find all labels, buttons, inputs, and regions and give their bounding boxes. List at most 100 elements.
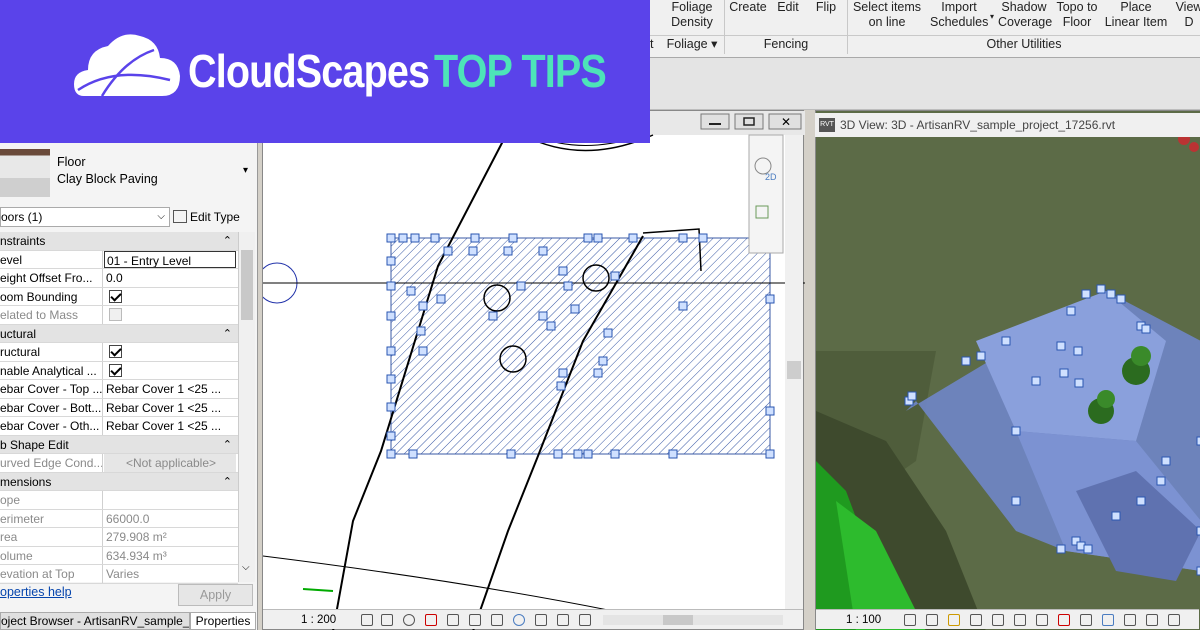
apply-button[interactable]: Apply bbox=[178, 584, 253, 606]
grip-handle[interactable] bbox=[418, 301, 428, 311]
grip-handle[interactable] bbox=[603, 328, 613, 338]
grip-handle[interactable] bbox=[558, 266, 568, 276]
property-row[interactable]: olume 634.934 m³ bbox=[0, 546, 238, 565]
grip-handle[interactable] bbox=[563, 281, 573, 291]
collapse-icon[interactable]: ⌃ bbox=[223, 325, 232, 343]
grip-handle[interactable] bbox=[668, 449, 678, 459]
sun-path-icon[interactable] bbox=[403, 614, 415, 626]
worksharing-icon[interactable] bbox=[1168, 614, 1180, 626]
detail-level-icon[interactable] bbox=[361, 614, 373, 626]
grip-handle[interactable] bbox=[386, 374, 396, 384]
grip-handle[interactable] bbox=[538, 311, 548, 321]
temporary-hide-icon[interactable] bbox=[491, 614, 503, 626]
plan-scrollbar[interactable] bbox=[785, 135, 803, 611]
grip-handle[interactable] bbox=[765, 449, 775, 459]
grip-handle[interactable] bbox=[583, 449, 593, 459]
show-crop-icon[interactable] bbox=[469, 614, 481, 626]
unlocked-view-icon[interactable] bbox=[1058, 614, 1070, 626]
scroll-down-icon[interactable]: ⌵ bbox=[242, 562, 250, 573]
grip-handle[interactable] bbox=[698, 233, 708, 243]
grip-handle[interactable] bbox=[546, 321, 556, 331]
grip-handle[interactable] bbox=[386, 431, 396, 441]
plan-scale[interactable]: 1 : 200 bbox=[301, 610, 336, 630]
property-value[interactable]: 01 - Entry Level bbox=[104, 250, 236, 268]
grip-handle[interactable] bbox=[1066, 306, 1076, 316]
highlight-displacement-icon[interactable] bbox=[557, 614, 569, 626]
grip-handle[interactable] bbox=[1141, 324, 1151, 334]
shadow-coverage-button[interactable]: Shadow Coverage bbox=[998, 0, 1052, 30]
property-checkbox[interactable] bbox=[109, 289, 122, 303]
property-value[interactable]: Rebar Cover 1 <25 ... bbox=[104, 417, 236, 435]
crop-view-icon[interactable] bbox=[1014, 614, 1026, 626]
view-button[interactable]: View D bbox=[1172, 0, 1200, 30]
grip-handle[interactable] bbox=[418, 346, 428, 356]
grip-handle[interactable] bbox=[508, 233, 518, 243]
grip-handle[interactable] bbox=[678, 301, 688, 311]
grip-handle[interactable] bbox=[976, 351, 986, 361]
collapse-icon[interactable]: ⌃ bbox=[223, 232, 232, 250]
property-row[interactable]: evel 01 - Entry Level bbox=[0, 250, 238, 269]
grip-handle[interactable] bbox=[610, 271, 620, 281]
grip-handle[interactable] bbox=[398, 233, 408, 243]
grip-handle[interactable] bbox=[1116, 294, 1126, 304]
place-linear-item-button[interactable]: Place Linear Item bbox=[1104, 0, 1168, 30]
grip-handle[interactable] bbox=[1073, 346, 1083, 356]
grip-handle[interactable] bbox=[1011, 426, 1021, 436]
collapse-icon[interactable]: ⌃ bbox=[223, 436, 232, 454]
property-row[interactable]: eight Offset Fro... 0.0 bbox=[0, 269, 238, 288]
fencing-edit-button[interactable]: Edit bbox=[775, 0, 801, 15]
grip-handle[interactable] bbox=[1136, 496, 1146, 506]
tab-project-browser[interactable]: oject Browser - ArtisanRV_sample_... bbox=[0, 612, 190, 630]
property-group-header[interactable]: mensions ⌃ bbox=[0, 472, 238, 491]
property-group-header[interactable]: uctural ⌃ bbox=[0, 324, 238, 343]
grip-handle[interactable] bbox=[556, 381, 566, 391]
collapse-icon[interactable]: ⌃ bbox=[223, 473, 232, 491]
shadows-icon[interactable] bbox=[425, 614, 437, 626]
foliage-density-button[interactable]: Foliage Density bbox=[666, 0, 718, 30]
analytical-model-icon[interactable] bbox=[535, 614, 547, 626]
grip-handle[interactable] bbox=[1031, 376, 1041, 386]
property-row[interactable]: ructural bbox=[0, 343, 238, 362]
grip-handle[interactable] bbox=[516, 281, 526, 291]
crop-view-icon[interactable] bbox=[447, 614, 459, 626]
foliage-group-label[interactable]: Foliage ▾ bbox=[660, 35, 724, 53]
grip-handle[interactable] bbox=[593, 368, 603, 378]
property-row[interactable]: erimeter 66000.0 bbox=[0, 509, 238, 528]
grip-handle[interactable] bbox=[961, 356, 971, 366]
property-value[interactable]: Rebar Cover 1 <25 ... bbox=[104, 380, 236, 398]
grip-handle[interactable] bbox=[628, 233, 638, 243]
edit-type-button[interactable]: Edit Type bbox=[173, 207, 253, 227]
grip-handle[interactable] bbox=[1059, 368, 1069, 378]
grip-handle[interactable] bbox=[386, 233, 396, 243]
grip-handle[interactable] bbox=[488, 311, 498, 321]
grip-handle[interactable] bbox=[430, 233, 440, 243]
grip-handle[interactable] bbox=[1056, 544, 1066, 554]
sun-path-icon[interactable] bbox=[948, 614, 960, 626]
visual-style-icon[interactable] bbox=[926, 614, 938, 626]
horizontal-scrollbar[interactable] bbox=[603, 615, 783, 625]
properties-help-link[interactable]: operties help bbox=[0, 585, 72, 599]
window-controls[interactable]: ✕ bbox=[700, 113, 802, 130]
reveal-hidden-icon[interactable] bbox=[513, 614, 525, 626]
grip-handle[interactable] bbox=[593, 233, 603, 243]
property-row[interactable]: nable Analytical ... bbox=[0, 361, 238, 380]
visual-style-icon[interactable] bbox=[381, 614, 393, 626]
plan-view[interactable]: ✕ 2D 1: 200 bbox=[262, 110, 805, 630]
grip-handle[interactable] bbox=[506, 449, 516, 459]
property-group-header[interactable]: nstraints ⌃ bbox=[0, 232, 238, 251]
grip-handle[interactable] bbox=[610, 449, 620, 459]
shadows-icon[interactable] bbox=[970, 614, 982, 626]
grip-handle[interactable] bbox=[598, 356, 608, 366]
grip-handle[interactable] bbox=[386, 311, 396, 321]
grip-handle[interactable] bbox=[1106, 289, 1116, 299]
temporary-hide-icon[interactable] bbox=[1080, 614, 1092, 626]
grip-handle[interactable] bbox=[1096, 284, 1106, 294]
grip-handle[interactable] bbox=[386, 449, 396, 459]
property-value[interactable]: Rebar Cover 1 <25 ... bbox=[104, 399, 236, 417]
3d-scale[interactable]: 1 : 100 bbox=[846, 610, 881, 630]
grip-handle[interactable] bbox=[406, 286, 416, 296]
grip-handle[interactable] bbox=[1074, 378, 1084, 388]
property-row[interactable]: evation at Top Varies bbox=[0, 565, 238, 584]
show-crop-icon[interactable] bbox=[1036, 614, 1048, 626]
grip-handle[interactable] bbox=[570, 304, 580, 314]
